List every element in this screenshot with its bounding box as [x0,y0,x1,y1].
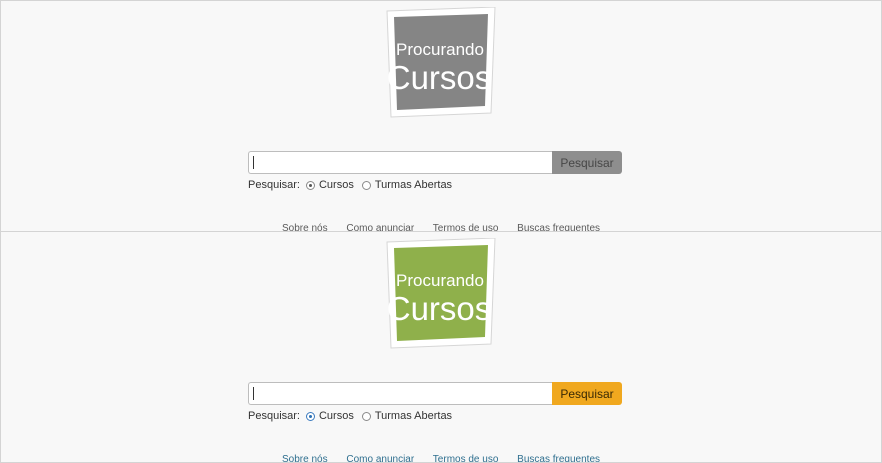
logo[interactable]: Procurando Cursos [381,238,499,350]
logo-graphic: Procurando Cursos [386,238,496,349]
footer-links: Sobre nós Como anunciar Termos de uso Bu… [282,454,616,462]
text-caret [253,156,254,169]
radio-cursos[interactable] [305,411,315,421]
radio-turmas-abertas[interactable] [361,180,371,190]
search-button[interactable]: Pesquisar [552,382,622,405]
search-input[interactable] [248,151,552,174]
logo-graphic: Procurando Cursos [386,7,496,118]
search-options-label: Pesquisar: [248,410,300,422]
radio-turmas-abertas[interactable] [361,411,371,421]
search-options: Pesquisar: Cursos Turmas Abertas [248,409,460,423]
footer-link-sobre-nos[interactable]: Sobre nós [282,454,328,462]
logo-line-1: Procurando [396,271,484,290]
search-bar: Pesquisar [248,151,622,174]
search-input[interactable] [248,382,552,405]
logo-line-2: Cursos [387,59,492,96]
search-options-label: Pesquisar: [248,179,300,191]
search-button[interactable]: Pesquisar [552,151,622,174]
page-state-color: Procurando Cursos Pesquisar Pesquisar: C… [0,231,882,463]
radio-cursos-label[interactable]: Cursos [319,179,354,191]
logo-line-1: Procurando [396,40,484,59]
radio-cursos[interactable] [305,180,315,190]
radio-cursos-label[interactable]: Cursos [319,410,354,422]
footer-link-como-anunciar[interactable]: Como anunciar [346,454,414,462]
radio-turmas-abertas-label[interactable]: Turmas Abertas [375,179,452,191]
radio-turmas-abertas-label[interactable]: Turmas Abertas [375,410,452,422]
logo-line-2: Cursos [387,290,492,327]
search-options: Pesquisar: Cursos Turmas Abertas [248,178,460,192]
logo[interactable]: Procurando Cursos [381,7,499,119]
footer-link-buscas-frequentes[interactable]: Buscas frequentes [517,454,600,462]
page-state-gray: Procurando Cursos Pesquisar Pesquisar: C… [0,0,882,232]
footer-link-termos-de-uso[interactable]: Termos de uso [433,454,499,462]
search-bar: Pesquisar [248,382,622,405]
text-caret [253,387,254,400]
